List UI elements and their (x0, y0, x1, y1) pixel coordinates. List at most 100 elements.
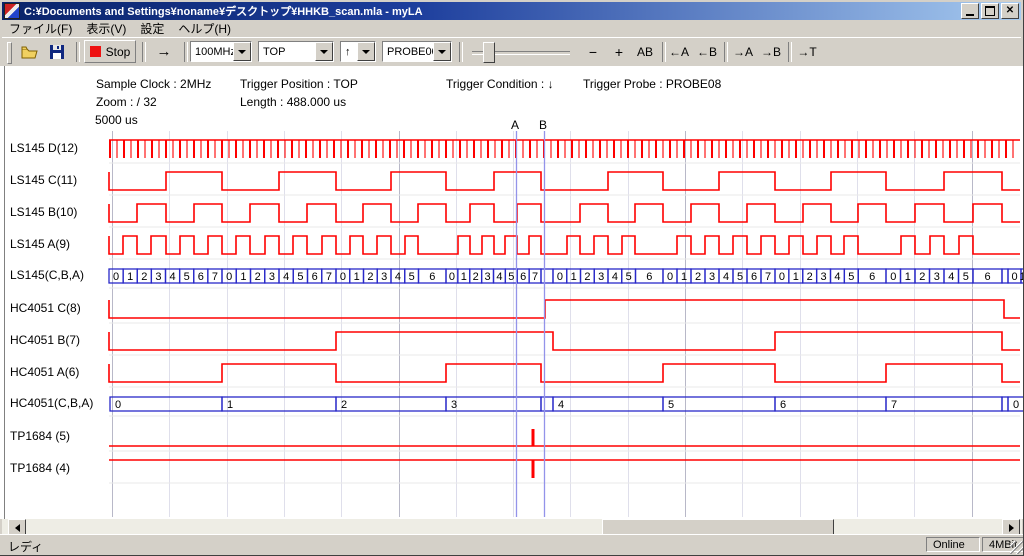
dropdown-arrow-icon[interactable] (315, 42, 333, 61)
svg-text:0: 0 (340, 271, 346, 283)
svg-text:4: 4 (283, 271, 289, 283)
svg-text:6: 6 (984, 271, 990, 283)
svg-text:5: 5 (626, 271, 632, 283)
menu-file[interactable]: ファイル(F) (2, 19, 79, 38)
svg-text:3: 3 (598, 271, 604, 283)
svg-text:0: 0 (557, 271, 563, 283)
zoom-slider-thumb[interactable] (483, 42, 495, 63)
window-title: C:¥Documents and Settings¥noname¥デスクトップ¥… (24, 3, 961, 19)
svg-text:3: 3 (821, 271, 827, 283)
menu-settings[interactable]: 設定 (133, 19, 171, 38)
svg-text:4: 4 (496, 271, 502, 283)
svg-text:2: 2 (255, 271, 261, 283)
goto-a-fwd-button[interactable]: →A (730, 40, 756, 63)
svg-text:3: 3 (934, 271, 940, 283)
svg-text:4: 4 (612, 271, 618, 283)
svg-text:3: 3 (485, 271, 491, 283)
sample-clock-select[interactable]: 100MHz (190, 41, 252, 62)
app-icon (4, 3, 20, 19)
svg-text:2: 2 (141, 271, 147, 283)
dropdown-arrow-icon[interactable] (357, 42, 375, 61)
app-window: C:¥Documents and Settings¥noname¥デスクトップ¥… (0, 0, 1024, 556)
svg-text:5: 5 (668, 399, 674, 411)
toolbar-separator (724, 42, 728, 62)
svg-text:6: 6 (751, 271, 757, 283)
svg-text:5: 5 (409, 271, 415, 283)
trigger-position-select[interactable]: TOP (258, 41, 334, 62)
svg-text:6: 6 (198, 271, 204, 283)
waveform-area[interactable]: Sample Clock : 2MHz Trigger Position : T… (0, 66, 1024, 519)
menu-help[interactable]: ヘルプ(H) (171, 19, 238, 38)
status-ready-text: レディ (8, 538, 43, 555)
close-button[interactable]: ✕ (1001, 3, 1019, 19)
zoom-out-button[interactable]: − (582, 40, 604, 63)
toolbar-separator (142, 42, 146, 62)
title-bar: C:¥Documents and Settings¥noname¥デスクトップ¥… (2, 2, 1021, 20)
svg-text:4: 4 (948, 271, 954, 283)
goto-b-fwd-button[interactable]: →B (758, 40, 784, 63)
svg-text:5: 5 (297, 271, 303, 283)
svg-text:0: 0 (890, 271, 896, 283)
dropdown-arrow-icon[interactable] (433, 42, 451, 61)
toolbar-separator (788, 42, 792, 62)
svg-text:1: 1 (681, 271, 687, 283)
svg-text:0: 0 (449, 271, 455, 283)
waveform-canvas[interactable]: 0123456701234567012345601234567012345601… (0, 66, 1024, 519)
svg-text:6: 6 (646, 271, 652, 283)
svg-text:1: 1 (227, 399, 233, 411)
svg-text:6: 6 (869, 271, 875, 283)
minimize-button[interactable] (961, 3, 979, 19)
svg-text:4: 4 (834, 271, 840, 283)
svg-text:0: 0 (1013, 399, 1019, 411)
single-run-button[interactable]: → (148, 40, 180, 63)
goto-a-back-button[interactable]: ←A (666, 40, 692, 63)
status-online-badge: Online (926, 537, 980, 552)
trigger-edge-select[interactable]: ↑ (340, 41, 376, 62)
goto-trigger-button[interactable]: →T (794, 40, 820, 63)
close-icon: ✕ (1006, 6, 1014, 16)
save-floppy-icon (50, 45, 64, 59)
svg-text:2: 2 (807, 271, 813, 283)
svg-text:2: 2 (473, 271, 479, 283)
stop-icon (90, 46, 101, 57)
svg-text:3: 3 (155, 271, 161, 283)
svg-text:2: 2 (919, 271, 925, 283)
svg-text:6: 6 (312, 271, 318, 283)
svg-text:0: 0 (779, 271, 785, 283)
svg-text:3: 3 (381, 271, 387, 283)
trigger-probe-select[interactable]: PROBE00 (382, 41, 452, 62)
maximize-icon (985, 6, 995, 16)
status-bar: レディ Online 4MBit (0, 534, 1024, 555)
svg-text:7: 7 (765, 271, 771, 283)
svg-text:6: 6 (520, 271, 526, 283)
toolbar-separator (459, 42, 463, 62)
svg-text:3: 3 (451, 399, 457, 411)
horizontal-scrollbar[interactable] (2, 519, 1022, 535)
svg-text:6: 6 (429, 271, 435, 283)
toolbar-grip[interactable] (7, 42, 12, 64)
resize-grip[interactable] (1010, 541, 1023, 554)
svg-text:3: 3 (709, 271, 715, 283)
dropdown-arrow-icon[interactable] (233, 42, 251, 61)
svg-text:2: 2 (341, 399, 347, 411)
toolbar-separator (184, 42, 188, 62)
svg-text:7: 7 (532, 271, 538, 283)
svg-text:5: 5 (963, 271, 969, 283)
ab-cursor-button[interactable]: AB (632, 40, 658, 63)
svg-text:1: 1 (1019, 271, 1024, 283)
svg-text:1: 1 (240, 271, 246, 283)
zoom-in-button[interactable]: + (608, 40, 630, 63)
stop-button[interactable]: Stop (84, 40, 136, 63)
open-button[interactable] (16, 40, 42, 63)
maximize-button[interactable] (981, 3, 999, 19)
goto-b-back-button[interactable]: ←B (694, 40, 720, 63)
menu-view[interactable]: 表示(V) (79, 19, 133, 38)
svg-text:4: 4 (723, 271, 729, 283)
svg-text:6: 6 (780, 399, 786, 411)
svg-text:4: 4 (558, 399, 564, 411)
svg-text:0: 0 (113, 271, 119, 283)
open-folder-icon (21, 45, 38, 59)
svg-text:3: 3 (269, 271, 275, 283)
save-button[interactable] (44, 40, 70, 63)
svg-text:1: 1 (127, 271, 133, 283)
